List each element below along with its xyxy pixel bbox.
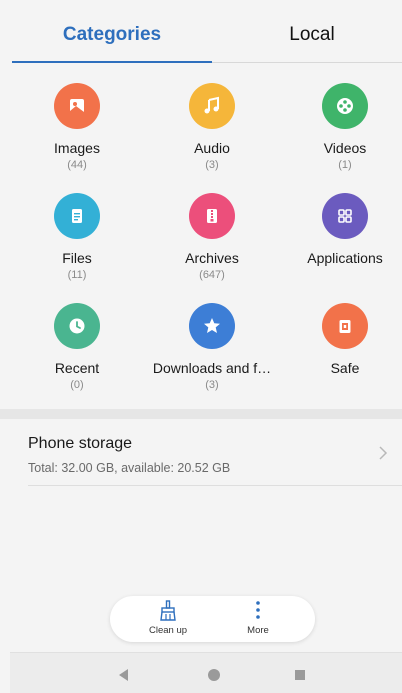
storage-info: Total: 32.00 GB, available: 20.52 GB [28, 461, 231, 475]
category-downloads[interactable]: Downloads and f… (3) [145, 295, 279, 399]
category-label: Archives [185, 250, 239, 266]
category-applications[interactable]: Applications [278, 185, 402, 289]
tab-divider [212, 62, 402, 63]
category-label: Videos [323, 140, 367, 156]
category-audio[interactable]: Audio (3) [145, 75, 279, 179]
back-icon[interactable] [114, 665, 134, 685]
tab-categories[interactable]: Categories [14, 24, 210, 52]
document-icon [54, 193, 100, 239]
category-count: (0) [70, 379, 84, 391]
tab-local[interactable]: Local [214, 24, 402, 52]
category-recent[interactable]: Recent (0) [10, 295, 144, 399]
category-grid: Images (44) Audio (3) Videos (1) Files (… [0, 75, 402, 395]
category-label: Downloads and f… [152, 360, 272, 376]
cleanup-label: Clean up [148, 625, 188, 636]
category-count: (3) [205, 159, 219, 171]
category-label: Recent [54, 360, 100, 376]
category-count: (11) [67, 269, 87, 281]
apps-grid-icon [322, 193, 368, 239]
tab-bar: Categories Local [0, 0, 402, 64]
file-manager-screen: Categories Local Images (44) Audio (3) V… [0, 0, 402, 693]
category-label: Images [54, 140, 100, 156]
active-tab-indicator [12, 61, 212, 63]
phone-storage-row[interactable]: Phone storage Total: 32.00 GB, available… [0, 419, 402, 485]
safe-lock-icon [322, 303, 368, 349]
storage-divider [28, 485, 402, 486]
film-reel-icon [322, 83, 368, 129]
home-icon[interactable] [204, 665, 224, 685]
broom-icon [160, 600, 176, 621]
more-vertical-icon [256, 601, 260, 619]
category-count: (3) [205, 379, 219, 391]
category-label: Audio [194, 140, 230, 156]
recent-apps-icon[interactable] [290, 665, 310, 685]
star-icon [189, 303, 235, 349]
category-count: (647) [199, 269, 225, 281]
category-label: Applications [307, 250, 383, 266]
music-note-icon [189, 83, 235, 129]
category-images[interactable]: Images (44) [10, 75, 144, 179]
bottom-action-bar: Clean up More [110, 596, 315, 642]
archive-zip-icon [189, 193, 235, 239]
more-button[interactable]: More [218, 600, 298, 640]
storage-title: Phone storage [28, 435, 133, 452]
chevron-right-icon [379, 446, 388, 460]
category-count: (44) [67, 159, 87, 171]
category-files[interactable]: Files (11) [10, 185, 144, 289]
category-label: Files [62, 250, 92, 266]
system-nav-bar [10, 652, 402, 693]
more-label: More [247, 625, 269, 636]
category-safe[interactable]: Safe [278, 295, 402, 399]
category-videos[interactable]: Videos (1) [278, 75, 402, 179]
section-divider [0, 409, 402, 419]
category-count: (1) [338, 159, 352, 171]
category-label: Safe [330, 360, 360, 376]
category-archives[interactable]: Archives (647) [145, 185, 279, 289]
cleanup-button[interactable]: Clean up [128, 600, 208, 640]
image-icon [54, 83, 100, 129]
clock-icon [54, 303, 100, 349]
